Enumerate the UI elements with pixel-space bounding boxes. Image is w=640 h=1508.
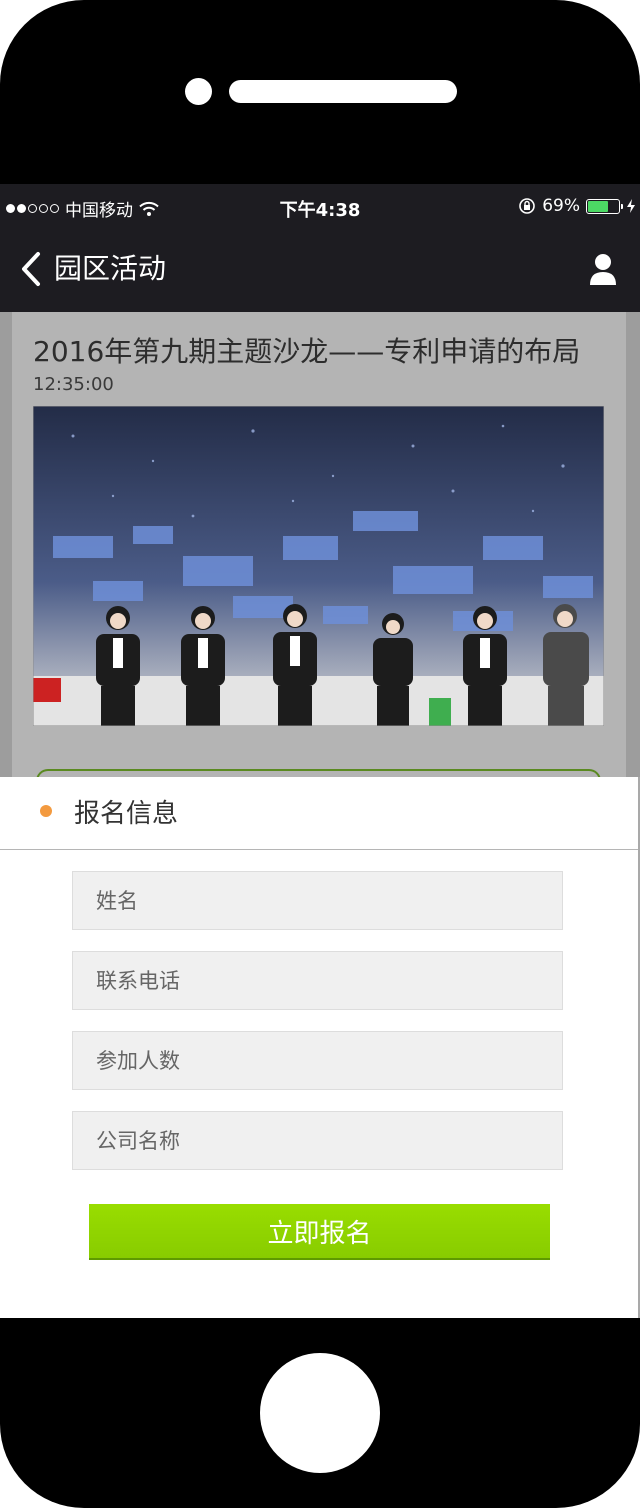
battery-fill xyxy=(588,200,609,212)
attendee-count-input[interactable] xyxy=(72,1031,563,1090)
bullet-dot-icon xyxy=(40,805,52,817)
user-icon[interactable] xyxy=(588,252,618,286)
sheet-header: 报名信息 xyxy=(0,777,638,850)
chevron-left-icon[interactable] xyxy=(18,250,42,288)
registration-sheet: 报名信息 立即报名 xyxy=(0,777,640,1318)
home-button[interactable] xyxy=(260,1353,380,1473)
status-right: 69% xyxy=(518,196,636,216)
screen: 中国移动 下午4:38 69% 园区活动 2016年第九期主题沙龙——专利申请的… xyxy=(0,184,640,1318)
phone-frame: 中国移动 下午4:38 69% 园区活动 2016年第九期主题沙龙——专利申请的… xyxy=(0,0,640,1508)
event-time: 12:35:00 xyxy=(33,374,114,395)
company-name-input[interactable] xyxy=(72,1111,563,1170)
battery-icon xyxy=(586,198,623,214)
battery-percent: 69% xyxy=(542,196,580,216)
sheet-title: 报名信息 xyxy=(74,799,179,829)
phone-input[interactable] xyxy=(72,951,563,1010)
event-card: 2016年第九期主题沙龙——专利申请的布局 12:35:00 xyxy=(12,312,626,789)
event-content: 2016年第九期主题沙龙——专利申请的布局 12:35:00 xyxy=(0,312,640,789)
name-input[interactable] xyxy=(72,871,563,930)
front-camera xyxy=(185,78,212,105)
rotation-lock-icon xyxy=(519,198,536,214)
page-title: 园区活动 xyxy=(54,252,167,285)
earpiece-speaker xyxy=(229,80,457,103)
nav-bar: 园区活动 xyxy=(0,230,640,312)
status-bar: 中国移动 下午4:38 69% xyxy=(0,184,640,230)
register-button[interactable]: 立即报名 xyxy=(89,1204,550,1260)
event-photo xyxy=(33,406,604,726)
event-title: 2016年第九期主题沙龙——专利申请的布局 xyxy=(33,335,581,368)
charging-bolt-icon xyxy=(627,199,635,213)
